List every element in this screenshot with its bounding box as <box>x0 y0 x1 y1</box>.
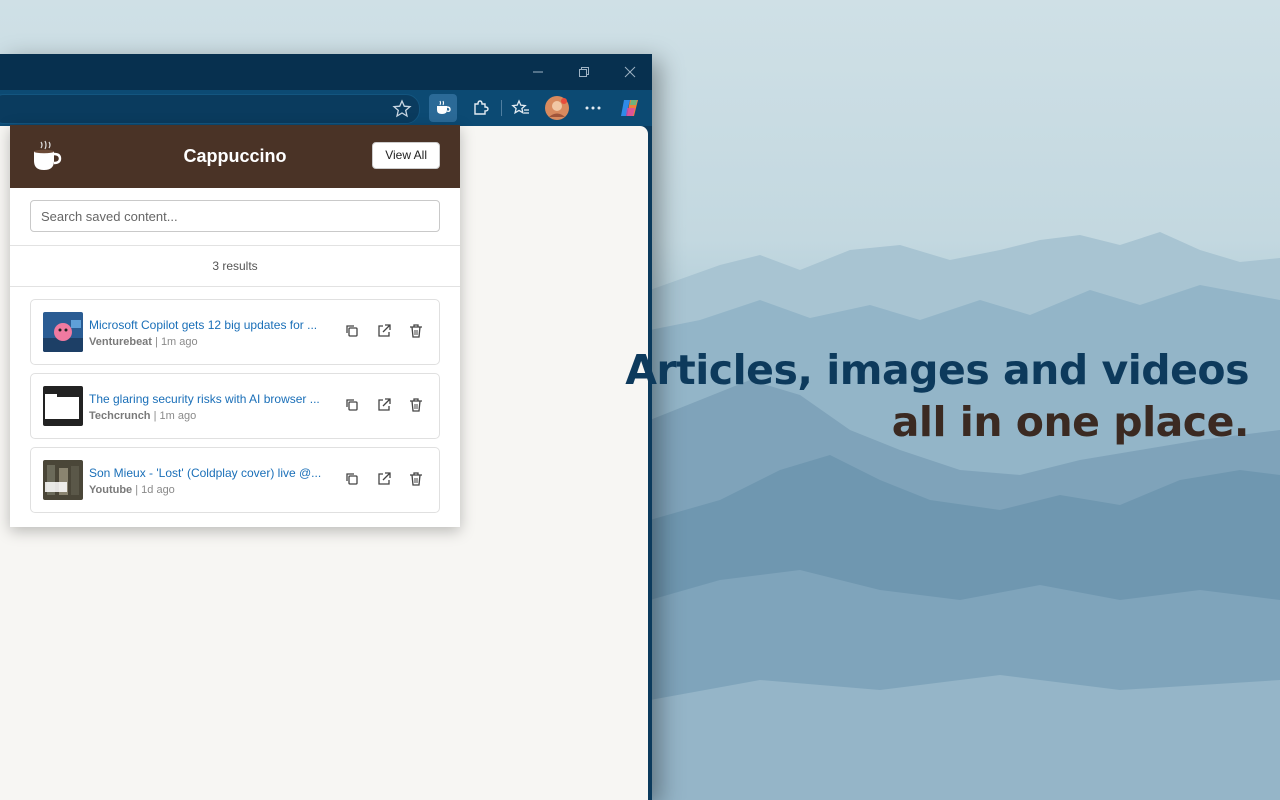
article-thumbnail <box>43 312 83 352</box>
item-title-link[interactable]: The glaring security risks with AI brows… <box>89 392 329 406</box>
close-icon[interactable] <box>610 60 650 84</box>
cappuccino-extension-icon[interactable] <box>429 94 457 122</box>
search-section <box>10 188 460 246</box>
article-thumbnail <box>43 386 83 426</box>
item-time: | 1d ago <box>132 484 175 496</box>
address-bar[interactable] <box>0 94 420 124</box>
promo-tagline: Articles, images and videos all in one p… <box>625 344 1249 448</box>
open-external-icon[interactable] <box>375 322 393 340</box>
video-thumbnail <box>43 460 83 500</box>
popup-header: Cappuccino View All <box>10 125 460 188</box>
delete-icon[interactable] <box>407 470 425 488</box>
toolbar-divider <box>501 100 502 116</box>
profile-avatar[interactable] <box>543 94 571 122</box>
tagline-line-1: Articles, images and videos <box>625 346 1249 394</box>
item-time: | 1m ago <box>150 410 197 422</box>
minimize-icon[interactable] <box>518 60 558 84</box>
item-time: | 1m ago <box>151 336 198 348</box>
item-source: Venturebeat <box>89 336 152 348</box>
browser-toolbar <box>0 90 652 126</box>
cappuccino-popup: Cappuccino View All 3 results Microsoft … <box>10 125 460 527</box>
list-item[interactable]: Microsoft Copilot gets 12 big updates fo… <box>30 299 440 365</box>
delete-icon[interactable] <box>407 322 425 340</box>
more-icon[interactable] <box>579 94 607 122</box>
search-input[interactable] <box>30 200 440 232</box>
item-meta: Techcrunch | 1m ago <box>89 410 196 422</box>
tagline-line-2: all in one place. <box>891 398 1250 446</box>
results-count: 3 results <box>10 246 460 287</box>
copy-icon[interactable] <box>343 470 361 488</box>
item-meta: Youtube | 1d ago <box>89 484 175 496</box>
saved-items-list: Microsoft Copilot gets 12 big updates fo… <box>10 287 460 533</box>
copy-icon[interactable] <box>343 396 361 414</box>
list-item[interactable]: The glaring security risks with AI brows… <box>30 373 440 439</box>
item-meta: Venturebeat | 1m ago <box>89 336 198 348</box>
view-all-button[interactable]: View All <box>372 142 440 169</box>
copy-icon[interactable] <box>343 322 361 340</box>
open-external-icon[interactable] <box>375 396 393 414</box>
list-item[interactable]: Son Mieux - 'Lost' (Coldplay cover) live… <box>30 447 440 513</box>
favorites-icon[interactable] <box>507 94 535 122</box>
item-title-link[interactable]: Son Mieux - 'Lost' (Coldplay cover) live… <box>89 466 329 480</box>
item-title-link[interactable]: Microsoft Copilot gets 12 big updates fo… <box>89 318 329 332</box>
item-source: Youtube <box>89 484 133 496</box>
title-bar <box>0 54 652 90</box>
item-source: Techcrunch <box>89 410 151 422</box>
extensions-icon[interactable] <box>466 94 494 122</box>
star-icon[interactable] <box>391 98 413 120</box>
delete-icon[interactable] <box>407 396 425 414</box>
restore-icon[interactable] <box>564 60 604 84</box>
copilot-icon[interactable] <box>616 94 644 122</box>
open-external-icon[interactable] <box>375 470 393 488</box>
